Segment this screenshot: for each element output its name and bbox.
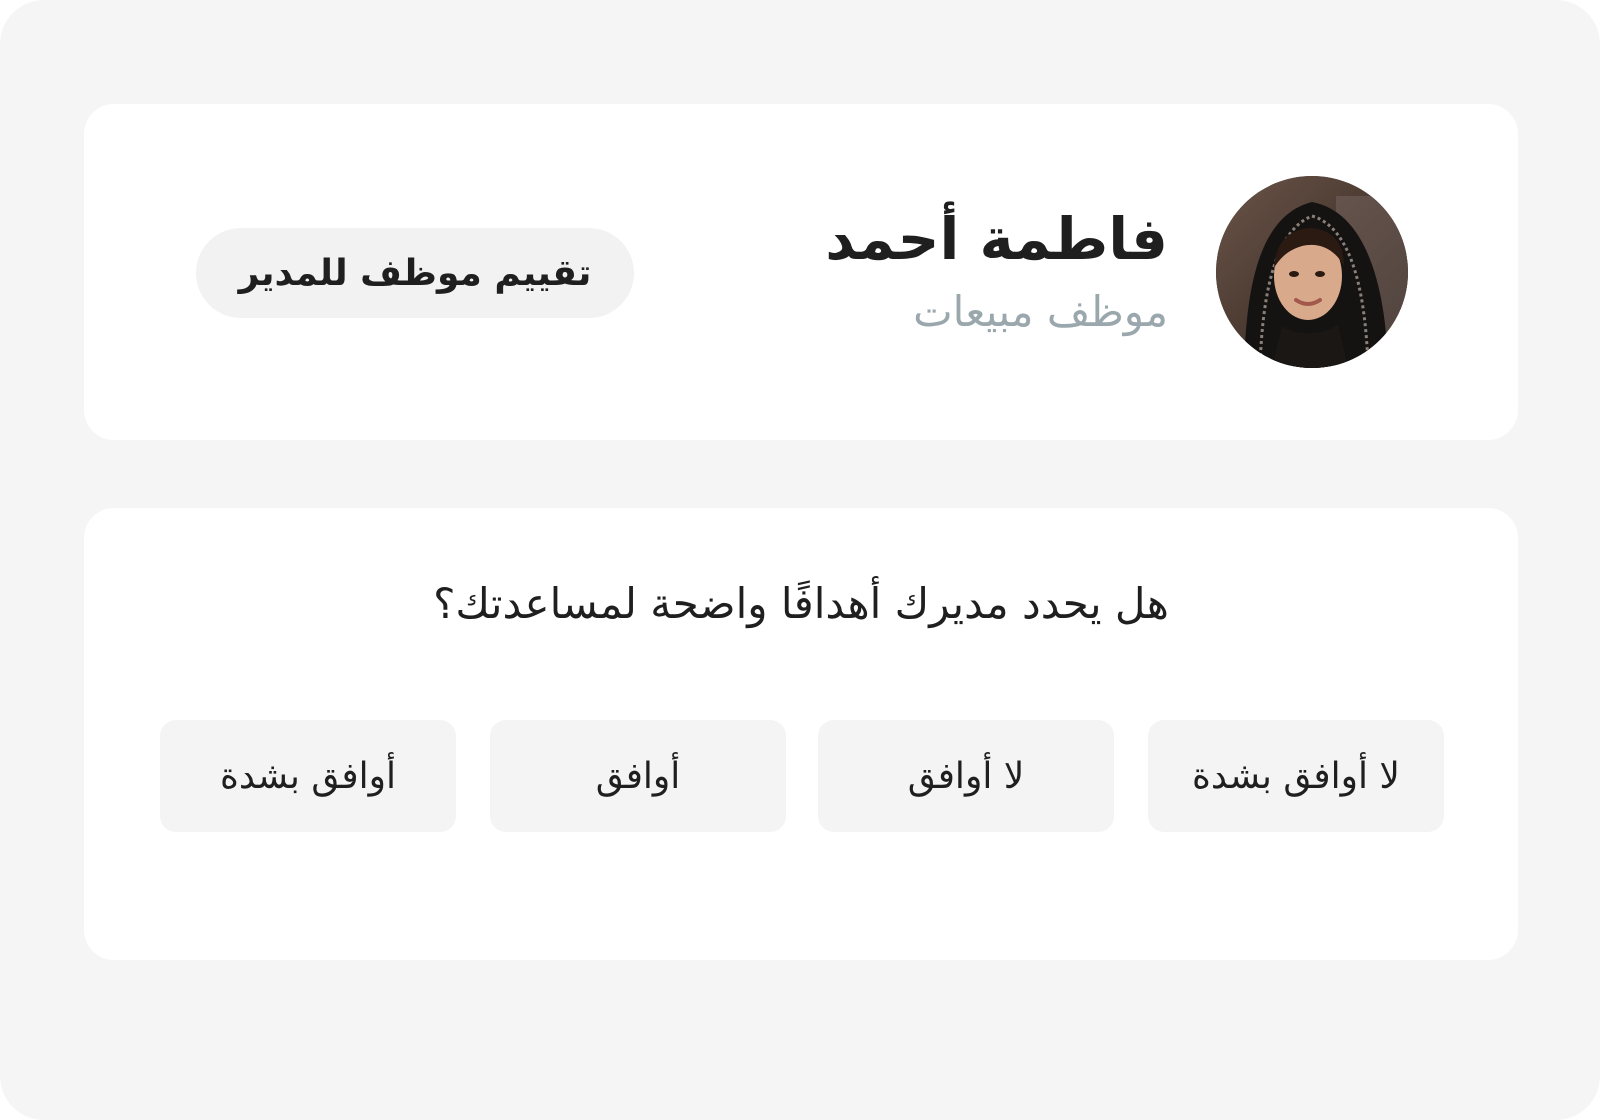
survey-question-card: هل يحدد مديرك أهدافًا واضحة لمساعدتك؟ لا… (84, 508, 1518, 960)
app-frame: تقييم موظف للمدير فاطمة أحمد موظف مبيعات (0, 0, 1600, 1120)
employee-name: فاطمة أحمد (825, 205, 1168, 273)
employee-role: موظف مبيعات (913, 287, 1168, 336)
employee-profile-card: تقييم موظف للمدير فاطمة أحمد موظف مبيعات (84, 104, 1518, 440)
employee-identity: فاطمة أحمد موظف مبيعات (648, 200, 1168, 342)
manager-review-button[interactable]: تقييم موظف للمدير (196, 228, 634, 318)
avatar (1216, 176, 1408, 368)
survey-question: هل يحدد مديرك أهدافًا واضحة لمساعدتك؟ (433, 579, 1169, 628)
option-disagree[interactable]: لا أوافق (818, 720, 1114, 832)
option-agree[interactable]: أوافق (490, 720, 786, 832)
person-photo-icon (1216, 176, 1408, 368)
option-strongly-agree[interactable]: أوافق بشدة (160, 720, 456, 832)
option-strongly-disagree[interactable]: لا أوافق بشدة (1148, 720, 1444, 832)
